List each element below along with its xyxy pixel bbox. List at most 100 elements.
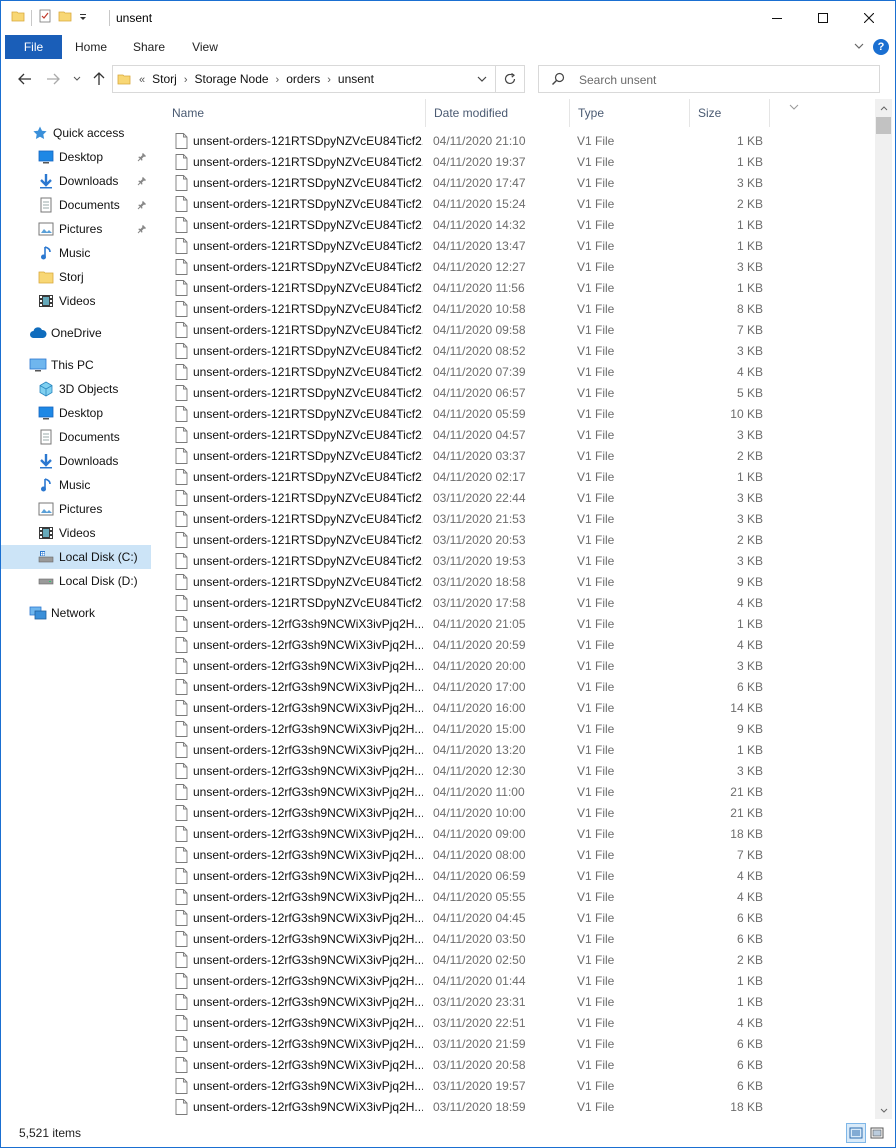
table-row[interactable]: unsent-orders-12rfG3sh9NCWiX3ivPjq2H... 0…: [164, 719, 875, 740]
nav-item-local-disk-d[interactable]: Local Disk (D:): [1, 569, 151, 593]
table-row[interactable]: unsent-orders-12rfG3sh9NCWiX3ivPjq2H... 0…: [164, 803, 875, 824]
tab-home[interactable]: Home: [67, 35, 115, 59]
table-row[interactable]: unsent-orders-12rfG3sh9NCWiX3ivPjq2H... 0…: [164, 824, 875, 845]
maximize-button[interactable]: [800, 1, 846, 35]
table-row[interactable]: unsent-orders-12rfG3sh9NCWiX3ivPjq2H... 0…: [164, 950, 875, 971]
table-row[interactable]: unsent-orders-121RTSDpyNZVcEU84Ticf2... 0…: [164, 215, 875, 236]
table-row[interactable]: unsent-orders-12rfG3sh9NCWiX3ivPjq2H... 0…: [164, 782, 875, 803]
column-header-type[interactable]: Type: [570, 99, 690, 127]
table-row[interactable]: unsent-orders-12rfG3sh9NCWiX3ivPjq2H... 0…: [164, 845, 875, 866]
table-row[interactable]: unsent-orders-12rfG3sh9NCWiX3ivPjq2H... 0…: [164, 1013, 875, 1034]
table-row[interactable]: unsent-orders-12rfG3sh9NCWiX3ivPjq2H... 0…: [164, 971, 875, 992]
table-row[interactable]: unsent-orders-121RTSDpyNZVcEU84Ticf2... 0…: [164, 593, 875, 614]
table-row[interactable]: unsent-orders-121RTSDpyNZVcEU84Ticf2... 0…: [164, 320, 875, 341]
table-row[interactable]: unsent-orders-121RTSDpyNZVcEU84Ticf2... 0…: [164, 131, 875, 152]
back-button[interactable]: [15, 69, 35, 89]
table-row[interactable]: unsent-orders-12rfG3sh9NCWiX3ivPjq2H... 0…: [164, 614, 875, 635]
breadcrumb-item-storage-node[interactable]: Storage Node: [194, 72, 268, 86]
table-row[interactable]: unsent-orders-121RTSDpyNZVcEU84Ticf2... 0…: [164, 551, 875, 572]
table-row[interactable]: unsent-orders-121RTSDpyNZVcEU84Ticf2... 0…: [164, 362, 875, 383]
table-row[interactable]: unsent-orders-121RTSDpyNZVcEU84Ticf2... 0…: [164, 341, 875, 362]
nav-item-this-pc[interactable]: This PC: [1, 353, 151, 377]
large-icons-view-button[interactable]: [867, 1123, 887, 1143]
table-row[interactable]: unsent-orders-121RTSDpyNZVcEU84Ticf2... 0…: [164, 425, 875, 446]
close-button[interactable]: [846, 1, 892, 35]
table-row[interactable]: unsent-orders-12rfG3sh9NCWiX3ivPjq2H... 0…: [164, 1097, 875, 1118]
nav-item-videos[interactable]: Videos: [1, 289, 151, 313]
up-button[interactable]: [89, 69, 109, 89]
table-row[interactable]: unsent-orders-12rfG3sh9NCWiX3ivPjq2H... 0…: [164, 887, 875, 908]
breadcrumb-separator[interactable]: ›: [327, 74, 331, 86]
table-row[interactable]: unsent-orders-121RTSDpyNZVcEU84Ticf2... 0…: [164, 173, 875, 194]
breadcrumb-separator[interactable]: ›: [276, 74, 280, 86]
table-row[interactable]: unsent-orders-12rfG3sh9NCWiX3ivPjq2H... 0…: [164, 698, 875, 719]
scroll-up-button[interactable]: [875, 99, 892, 116]
breadcrumb-item-storj[interactable]: Storj: [152, 72, 177, 86]
table-row[interactable]: unsent-orders-121RTSDpyNZVcEU84Ticf2... 0…: [164, 257, 875, 278]
table-row[interactable]: unsent-orders-12rfG3sh9NCWiX3ivPjq2H... 0…: [164, 866, 875, 887]
tab-file[interactable]: File: [5, 35, 62, 59]
table-row[interactable]: unsent-orders-121RTSDpyNZVcEU84Ticf2... 0…: [164, 467, 875, 488]
search-box[interactable]: [538, 65, 880, 93]
table-row[interactable]: unsent-orders-121RTSDpyNZVcEU84Ticf2... 0…: [164, 278, 875, 299]
table-row[interactable]: unsent-orders-121RTSDpyNZVcEU84Ticf2... 0…: [164, 194, 875, 215]
table-row[interactable]: unsent-orders-121RTSDpyNZVcEU84Ticf2... 0…: [164, 236, 875, 257]
table-row[interactable]: unsent-orders-121RTSDpyNZVcEU84Ticf2... 0…: [164, 488, 875, 509]
column-header-name[interactable]: Name: [164, 99, 426, 127]
nav-item-documents[interactable]: Documents: [1, 425, 151, 449]
customize-toolbar-icon[interactable]: [78, 11, 88, 25]
vertical-scrollbar[interactable]: [875, 99, 892, 1119]
breadcrumb-overflow[interactable]: «: [139, 74, 145, 86]
table-row[interactable]: unsent-orders-12rfG3sh9NCWiX3ivPjq2H... 0…: [164, 740, 875, 761]
nav-item-quick-access[interactable]: Quick access: [1, 121, 151, 145]
column-header-date-modified[interactable]: Date modified: [426, 99, 570, 127]
nav-item-desktop[interactable]: Desktop: [1, 145, 151, 169]
nav-item-downloads[interactable]: Downloads: [1, 449, 151, 473]
column-header-size[interactable]: Size: [690, 99, 770, 127]
table-row[interactable]: unsent-orders-12rfG3sh9NCWiX3ivPjq2H... 0…: [164, 761, 875, 782]
table-row[interactable]: unsent-orders-12rfG3sh9NCWiX3ivPjq2H... 0…: [164, 1055, 875, 1076]
nav-item-onedrive[interactable]: OneDrive: [1, 321, 151, 345]
refresh-button[interactable]: [496, 65, 525, 93]
nav-item-desktop[interactable]: Desktop: [1, 401, 151, 425]
nav-item-videos[interactable]: Videos: [1, 521, 151, 545]
search-input[interactable]: [577, 69, 871, 91]
address-dropdown-button[interactable]: [470, 66, 494, 92]
table-row[interactable]: unsent-orders-12rfG3sh9NCWiX3ivPjq2H... 0…: [164, 992, 875, 1013]
table-row[interactable]: unsent-orders-12rfG3sh9NCWiX3ivPjq2H... 0…: [164, 908, 875, 929]
table-row[interactable]: unsent-orders-121RTSDpyNZVcEU84Ticf2... 0…: [164, 446, 875, 467]
table-row[interactable]: unsent-orders-121RTSDpyNZVcEU84Ticf2... 0…: [164, 152, 875, 173]
nav-item-downloads[interactable]: Downloads: [1, 169, 151, 193]
scrollbar-thumb[interactable]: [876, 117, 891, 134]
expand-ribbon-button[interactable]: [853, 40, 865, 55]
nav-item-pictures[interactable]: Pictures: [1, 497, 151, 521]
table-row[interactable]: unsent-orders-12rfG3sh9NCWiX3ivPjq2H... 0…: [164, 929, 875, 950]
breadcrumb-separator[interactable]: ›: [184, 74, 188, 86]
nav-item-storj[interactable]: Storj: [1, 265, 151, 289]
recent-locations-button[interactable]: [67, 69, 87, 89]
table-row[interactable]: unsent-orders-121RTSDpyNZVcEU84Ticf2... 0…: [164, 404, 875, 425]
nav-item-documents[interactable]: Documents: [1, 193, 151, 217]
nav-item-music[interactable]: Music: [1, 241, 151, 265]
table-row[interactable]: unsent-orders-121RTSDpyNZVcEU84Ticf2... 0…: [164, 299, 875, 320]
nav-item-pictures[interactable]: Pictures: [1, 217, 151, 241]
nav-item-network[interactable]: Network: [1, 601, 151, 625]
table-row[interactable]: unsent-orders-12rfG3sh9NCWiX3ivPjq2H... 0…: [164, 635, 875, 656]
table-row[interactable]: unsent-orders-121RTSDpyNZVcEU84Ticf2... 0…: [164, 509, 875, 530]
breadcrumb-item-orders[interactable]: orders: [286, 72, 320, 86]
table-row[interactable]: unsent-orders-12rfG3sh9NCWiX3ivPjq2H... 0…: [164, 1034, 875, 1055]
table-row[interactable]: unsent-orders-121RTSDpyNZVcEU84Ticf2... 0…: [164, 572, 875, 593]
breadcrumb-item-unsent[interactable]: unsent: [338, 72, 374, 86]
nav-item-local-disk-c[interactable]: Local Disk (C:): [1, 545, 151, 569]
tab-share[interactable]: Share: [125, 35, 173, 59]
table-row[interactable]: unsent-orders-12rfG3sh9NCWiX3ivPjq2H... 0…: [164, 1076, 875, 1097]
table-row[interactable]: unsent-orders-121RTSDpyNZVcEU84Ticf2... 0…: [164, 383, 875, 404]
table-row[interactable]: unsent-orders-12rfG3sh9NCWiX3ivPjq2H... 0…: [164, 677, 875, 698]
nav-item-3d-objects[interactable]: 3D Objects: [1, 377, 151, 401]
minimize-button[interactable]: [754, 1, 800, 35]
nav-item-music[interactable]: Music: [1, 473, 151, 497]
help-button[interactable]: ?: [873, 39, 889, 55]
details-view-button[interactable]: [846, 1123, 866, 1143]
table-row[interactable]: unsent-orders-12rfG3sh9NCWiX3ivPjq2H... 0…: [164, 656, 875, 677]
table-row[interactable]: unsent-orders-121RTSDpyNZVcEU84Ticf2... 0…: [164, 530, 875, 551]
